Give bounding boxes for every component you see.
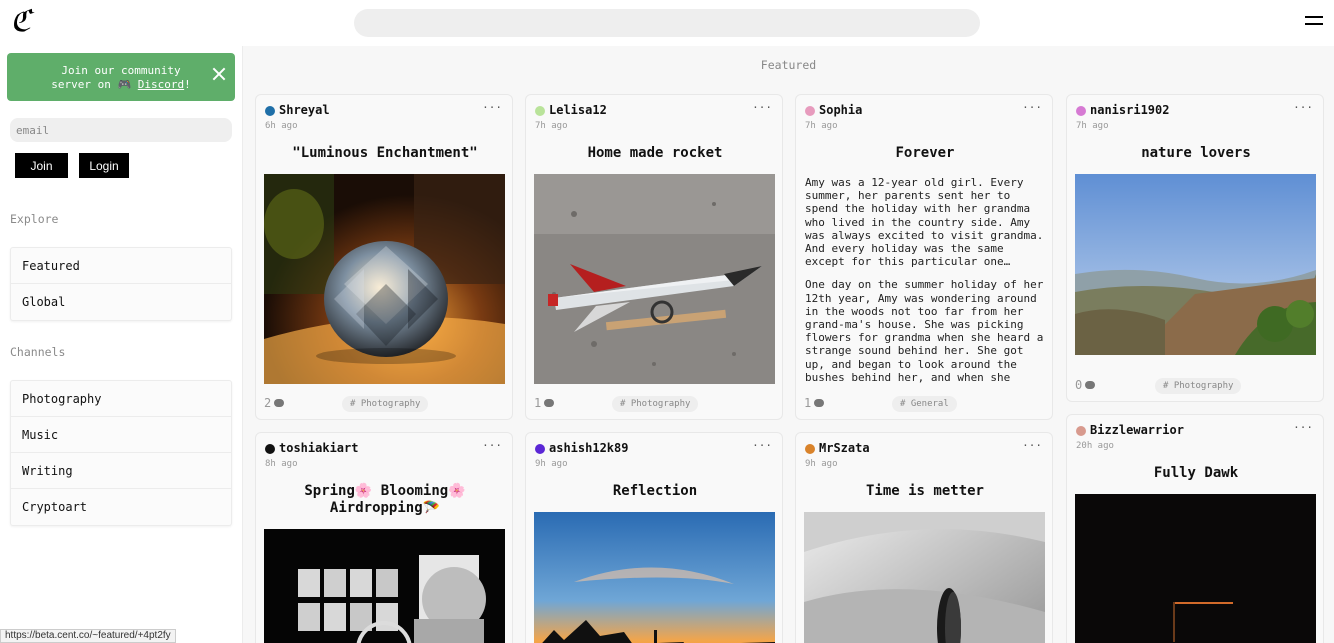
channel-tag[interactable]: # Photography — [1155, 378, 1242, 394]
post-author[interactable]: Bizzlewarrior — [1090, 423, 1184, 437]
discord-link[interactable]: Discord — [138, 78, 184, 91]
channels-nav: Photography Music Writing Cryptoart — [10, 380, 232, 526]
feed: Featured Shreyal 6h ago ··· "Luminous En… — [243, 46, 1334, 643]
post-card[interactable]: Shreyal 6h ago ··· "Luminous Enchantment… — [255, 94, 513, 420]
discord-banner: Join our community server on 🎮 Discord! — [7, 53, 235, 101]
post-title[interactable]: Fully Dawk — [1075, 465, 1317, 482]
comment-icon — [1085, 381, 1096, 389]
post-card[interactable]: toshiakiart 8h ago ··· Spring🌸 Blooming🌸… — [255, 432, 513, 643]
more-options-icon[interactable]: ··· — [1293, 101, 1313, 114]
post-author[interactable]: nanisri1902 — [1090, 103, 1169, 117]
post-card[interactable]: MrSzata 9h ago ··· Time is metter — [795, 432, 1053, 643]
more-options-icon[interactable]: ··· — [1293, 421, 1313, 434]
avatar — [1076, 106, 1086, 116]
more-options-icon[interactable]: ··· — [482, 439, 502, 452]
email-field[interactable] — [10, 118, 232, 142]
explore-nav: Featured Global — [10, 247, 232, 321]
sidebar: Join our community server on 🎮 Discord! … — [0, 46, 243, 643]
post-title[interactable]: "Luminous Enchantment" — [264, 145, 506, 162]
avatar — [805, 444, 815, 454]
post-time: 9h ago — [805, 459, 838, 469]
avatar — [1076, 426, 1086, 436]
comment-icon — [544, 399, 555, 407]
post-image-crystal[interactable] — [264, 174, 505, 384]
avatar — [265, 106, 275, 116]
post-image-coin[interactable] — [804, 512, 1045, 643]
post-time: 7h ago — [805, 121, 838, 131]
more-options-icon[interactable]: ··· — [752, 101, 772, 114]
post-image-rocket[interactable] — [534, 174, 775, 384]
post-title[interactable]: Spring🌸 Blooming🌸 Airdropping🪂 — [264, 483, 506, 517]
post-author[interactable]: MrSzata — [819, 441, 870, 455]
post-time: 9h ago — [535, 459, 568, 469]
post-author[interactable]: Lelisa12 — [549, 103, 607, 117]
post-image-landscape[interactable] — [1075, 174, 1316, 355]
post-body[interactable]: Amy was a 12-year old girl. Every summer… — [805, 176, 1045, 383]
close-icon[interactable] — [212, 67, 226, 81]
avatar — [535, 106, 545, 116]
post-image-dark[interactable] — [1075, 494, 1316, 643]
cent-logo[interactable]: ℭ — [10, 5, 31, 39]
channel-item-writing[interactable]: Writing — [11, 453, 231, 489]
comment-icon — [274, 399, 285, 407]
post-paragraph: Amy was a 12-year old girl. Every summer… — [805, 176, 1044, 269]
more-options-icon[interactable]: ··· — [1022, 101, 1042, 114]
nav-item-global[interactable]: Global — [11, 284, 231, 320]
more-options-icon[interactable]: ··· — [1022, 439, 1042, 452]
post-card[interactable]: Bizzlewarrior 20h ago ··· Fully Dawk — [1066, 414, 1324, 643]
join-button[interactable]: Join — [15, 153, 68, 178]
avatar — [535, 444, 545, 454]
post-title[interactable]: Time is metter — [804, 483, 1046, 500]
more-options-icon[interactable]: ··· — [752, 439, 772, 452]
explore-label: Explore — [10, 212, 59, 226]
channels-label: Channels — [10, 345, 66, 359]
login-button[interactable]: Login — [79, 153, 129, 178]
comment-count[interactable]: 2 — [264, 396, 285, 410]
post-time: 20h ago — [1076, 441, 1114, 451]
post-time: 8h ago — [265, 459, 298, 469]
feed-heading: Featured — [760, 58, 817, 72]
discord-banner-line2: server on 🎮 Discord! — [51, 78, 191, 91]
post-image-sunset[interactable] — [534, 512, 775, 643]
post-time: 6h ago — [265, 121, 298, 131]
post-time: 7h ago — [1076, 121, 1109, 131]
top-bar: ℭ — [0, 0, 1334, 46]
search-input[interactable] — [354, 9, 980, 37]
nav-item-featured[interactable]: Featured — [11, 248, 231, 284]
post-author[interactable]: Shreyal — [279, 103, 330, 117]
post-image-art[interactable] — [264, 529, 505, 643]
status-url: https://beta.cent.co/~featured/+4pt2fy — [0, 629, 176, 643]
channel-tag[interactable]: # Photography — [612, 396, 699, 412]
post-author[interactable]: toshiakiart — [279, 441, 358, 455]
post-author[interactable]: ashish12k89 — [549, 441, 628, 455]
post-title[interactable]: Forever — [804, 145, 1046, 162]
post-author[interactable]: Sophia — [819, 103, 862, 117]
comment-count[interactable]: 0 — [1075, 378, 1096, 392]
discord-banner-line1: Join our community — [61, 64, 181, 77]
channel-item-cryptoart[interactable]: Cryptoart — [11, 489, 231, 525]
channel-tag[interactable]: # General — [892, 396, 957, 412]
avatar — [265, 444, 275, 454]
post-time: 7h ago — [535, 121, 568, 131]
more-options-icon[interactable]: ··· — [482, 101, 502, 114]
post-paragraph: One day on the summer holiday of her 12t… — [805, 278, 1044, 383]
channel-item-photography[interactable]: Photography — [11, 381, 231, 417]
channel-item-music[interactable]: Music — [11, 417, 231, 453]
comment-count[interactable]: 1 — [804, 396, 825, 410]
post-card[interactable]: Sophia 7h ago ··· Forever Amy was a 12-y… — [795, 94, 1053, 420]
post-title[interactable]: Home made rocket — [534, 145, 776, 162]
post-title[interactable]: Reflection — [534, 483, 776, 500]
post-title[interactable]: nature lovers — [1075, 145, 1317, 162]
post-card[interactable]: Lelisa12 7h ago ··· Home made rocket 1 #… — [525, 94, 783, 420]
comment-icon — [814, 399, 825, 407]
post-card[interactable]: ashish12k89 9h ago ··· Reflection — [525, 432, 783, 643]
channel-tag[interactable]: # Photography — [342, 396, 429, 412]
avatar — [805, 106, 815, 116]
menu-icon[interactable] — [1305, 15, 1323, 27]
post-card[interactable]: nanisri1902 7h ago ··· nature lovers 0 #… — [1066, 94, 1324, 402]
comment-count[interactable]: 1 — [534, 396, 555, 410]
